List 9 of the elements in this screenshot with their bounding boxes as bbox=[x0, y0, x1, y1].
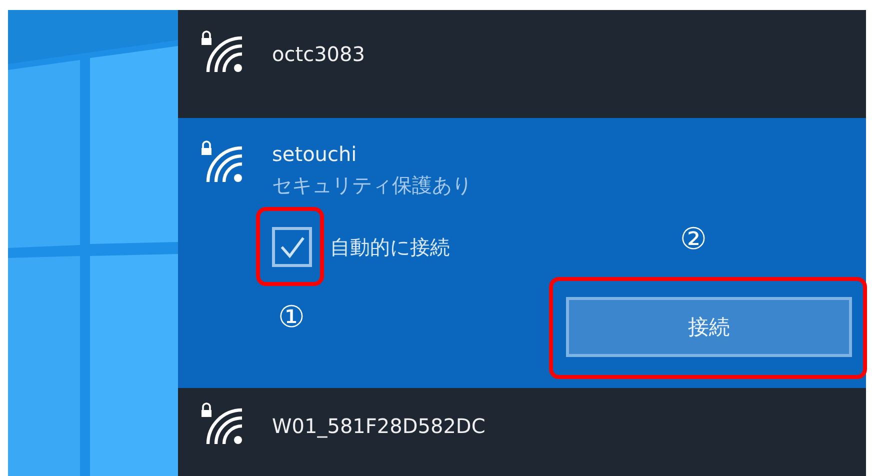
step-number: ① bbox=[278, 303, 305, 333]
step-number: ② bbox=[680, 225, 707, 255]
network-name: setouchi bbox=[272, 142, 358, 166]
checkbox-label: 自動的に接続 bbox=[330, 234, 450, 260]
checkbox[interactable] bbox=[272, 227, 312, 267]
security-status: セキュリティ保護あり bbox=[272, 172, 472, 199]
network-name: octc3083 bbox=[272, 42, 365, 66]
network-name: W01_581F28D582DC bbox=[272, 414, 486, 438]
network-item[interactable]: setouchi セキュリティ保護あり ① 自動的に接続 接続 ② bbox=[178, 118, 866, 388]
